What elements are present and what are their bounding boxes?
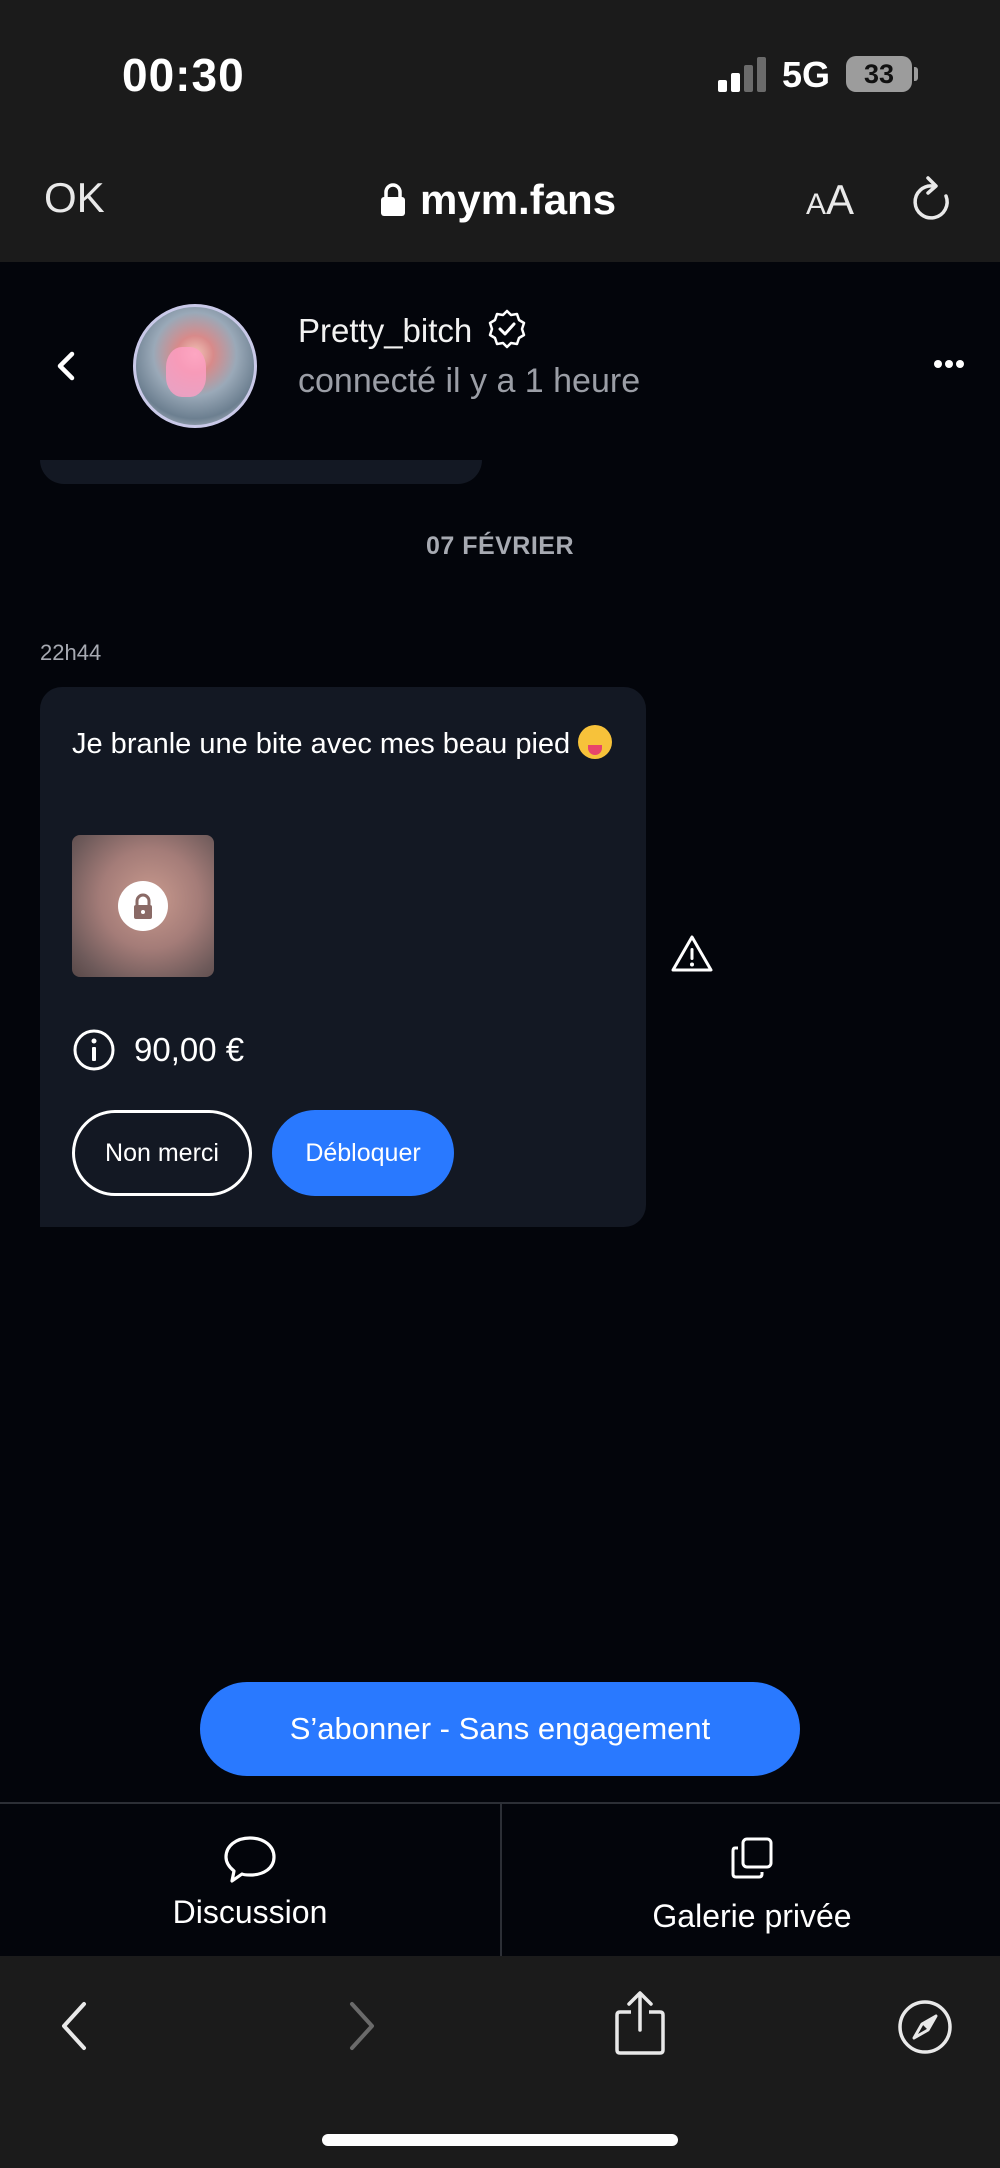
subscribe-button[interactable]: S’abonner - Sans engagement [200,1682,800,1776]
price-row: 90,00 € [72,1027,244,1073]
tab-discussion-label: Discussion [172,1894,328,1930]
done-button[interactable]: OK [44,174,105,222]
unlock-button[interactable]: Débloquer [272,1110,454,1196]
url-field[interactable]: mym.fans [380,172,616,228]
message-text: Je branle une bite avec mes beau pied [72,725,613,761]
previous-message-bubble [40,460,482,484]
signal-icon [718,56,770,92]
status-bar: 00:30 5G 33 [0,0,1000,150]
back-icon[interactable] [50,346,86,386]
gallery-icon [731,1837,773,1879]
share-icon[interactable] [612,1990,668,2056]
bottom-tabs: Discussion Galerie privée [0,1802,1000,1958]
squinting-tongue-emoji-icon [578,725,613,759]
lock-icon [381,183,405,216]
compass-icon[interactable] [896,1998,954,2056]
report-warning-icon[interactable] [670,934,714,974]
browser-back-icon[interactable] [56,2000,92,2052]
locked-media-thumbnail[interactable] [72,835,214,977]
chat-bubble-icon [224,1836,276,1883]
avatar[interactable] [133,304,257,428]
battery-tip [914,67,918,81]
info-icon[interactable] [72,1028,116,1072]
network-type: 5G [782,54,831,95]
tab-discussion[interactable]: Discussion [0,1804,500,1958]
chat-header: Pretty_bitch connecté il y a 1 heure [0,262,1000,470]
lock-icon [134,893,152,919]
paid-message-bubble: Je branle une bite avec mes beau pied 90… [40,687,646,1227]
clock: 00:30 [122,49,245,101]
lock-badge [118,881,168,931]
message-text-content: Je branle une bite avec mes beau pied [72,728,571,760]
battery-icon: 33 [846,56,912,92]
text-size-small: A [806,188,827,221]
tab-private-gallery-label: Galerie privée [652,1898,852,1934]
more-options-icon[interactable] [934,360,964,372]
verified-badge-icon [488,309,526,349]
message-time: 22h44 [40,640,102,665]
text-size-button[interactable]: AA [806,176,854,224]
username[interactable]: Pretty_bitch [298,312,472,350]
browser-forward-icon[interactable] [344,2000,380,2052]
tab-private-gallery[interactable]: Galerie privée [502,1804,1000,1958]
price-value: 90,00 € [134,1031,245,1068]
date-separator: 07 FÉVRIER [425,532,575,560]
last-seen-status: connecté il y a 1 heure [298,362,641,400]
browser-address-bar: OK mym.fans AA [0,150,1000,262]
home-indicator [322,2134,678,2146]
decline-button[interactable]: Non merci [72,1110,252,1196]
text-size-large: A [826,176,855,223]
reload-icon[interactable] [908,174,958,230]
url-text: mym.fans [420,176,617,223]
